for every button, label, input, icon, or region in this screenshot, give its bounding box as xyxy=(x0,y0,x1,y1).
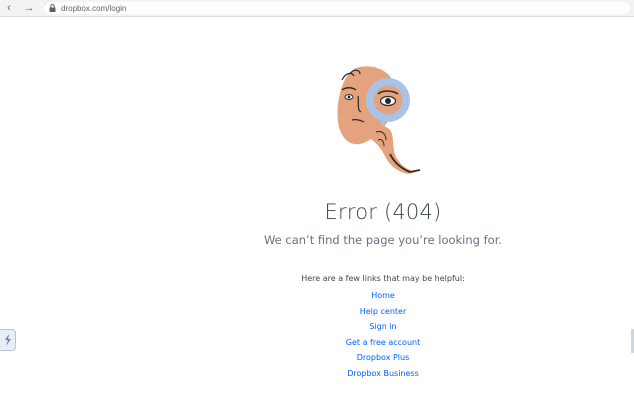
list-item: Get a free account xyxy=(283,336,483,352)
list-item: Home xyxy=(283,289,483,305)
list-item: Dropbox Business xyxy=(283,367,483,383)
error-title: Error (404) xyxy=(324,200,442,224)
lock-icon xyxy=(49,4,56,12)
list-item: Dropbox Plus xyxy=(283,351,483,367)
magnifier-face-illustration xyxy=(337,66,421,174)
dropbox-plus-link[interactable]: Dropbox Plus xyxy=(357,353,410,362)
address-bar[interactable]: dropbox.com/login xyxy=(44,2,630,14)
helpful-links-list: Home Help center Sign in Get a free acco… xyxy=(283,289,483,383)
extension-logo-icon xyxy=(4,334,11,346)
list-item: Help center xyxy=(283,305,483,321)
sign-in-link[interactable]: Sign in xyxy=(369,322,396,331)
side-extension-button[interactable] xyxy=(0,329,16,351)
url-text[interactable]: dropbox.com/login xyxy=(61,4,126,13)
helpful-links-intro: Here are a few links that may be helpful… xyxy=(301,274,465,283)
free-account-link[interactable]: Get a free account xyxy=(346,338,420,347)
browser-toolbar: ‹ → ↻ dropbox.com/login xyxy=(0,0,634,17)
error-subtitle: We can’t find the page you’re looking fo… xyxy=(263,233,503,247)
forward-arrow-icon[interactable]: → xyxy=(22,1,36,15)
home-link[interactable]: Home xyxy=(371,291,395,300)
help-center-link[interactable]: Help center xyxy=(360,307,407,316)
back-arrow-icon[interactable]: ‹ xyxy=(2,1,16,15)
dropbox-business-link[interactable]: Dropbox Business xyxy=(347,369,419,378)
list-item: Sign in xyxy=(283,320,483,336)
